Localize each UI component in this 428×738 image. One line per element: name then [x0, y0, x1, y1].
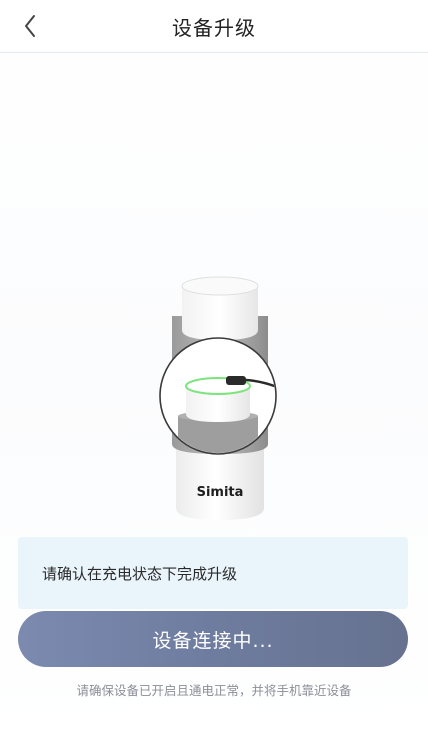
device-cap: [181, 276, 259, 340]
page-title: 设备升级: [172, 16, 256, 40]
device-illustration: Simita: [159, 276, 277, 520]
footer-hint: 请确保设备已开启且通电正常，并将手机靠近设备: [76, 683, 352, 698]
connect-button[interactable]: 设备连接中...: [18, 611, 408, 667]
brand-label: Simita: [197, 485, 244, 500]
charging-notice: 请确认在充电状态下完成升级: [18, 537, 408, 609]
notice-text: 请确认在充电状态下完成升级: [42, 565, 238, 583]
top-bar: 设备升级: [0, 0, 428, 53]
device-upgrade-screen: 设备升级 Simita 请确认在充电状态下完成升级 设备连接中... 请确保设备…: [0, 0, 428, 738]
